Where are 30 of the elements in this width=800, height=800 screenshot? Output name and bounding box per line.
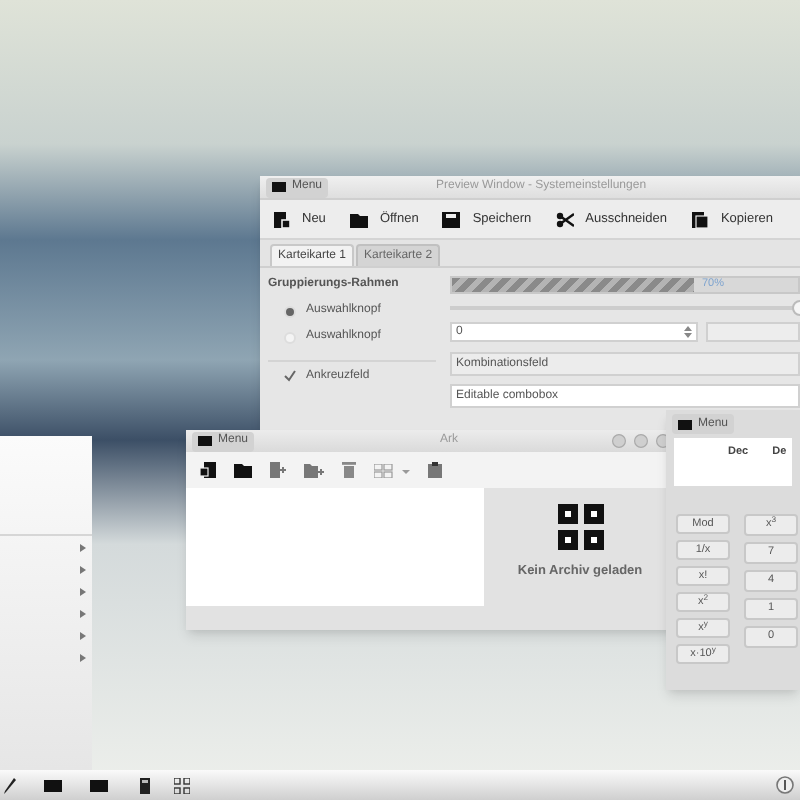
- submenu-arrow-icon[interactable]: [80, 654, 86, 662]
- clipboard-icon[interactable]: [428, 462, 442, 478]
- add-folder-icon[interactable]: [304, 463, 324, 477]
- pen-icon[interactable]: [4, 777, 16, 793]
- document-icon: [272, 211, 290, 227]
- calculator-icon[interactable]: [140, 777, 150, 793]
- spin-arrows-icon: [684, 326, 692, 338]
- archive-grid-icon: [557, 504, 603, 550]
- view-grid-icon[interactable]: [374, 463, 410, 477]
- submenu-arrow-icon[interactable]: [80, 566, 86, 574]
- folder-icon[interactable]: [234, 463, 252, 477]
- new-archive-icon[interactable]: [200, 462, 216, 478]
- documents-icon: [690, 211, 709, 227]
- checkmark-icon: [284, 370, 296, 382]
- scissors-icon: [555, 211, 574, 227]
- window-icon: [198, 436, 212, 446]
- trash-icon[interactable]: [342, 462, 356, 478]
- submenu-arrow-icon[interactable]: [80, 632, 86, 640]
- radio-button[interactable]: [284, 305, 296, 317]
- window-icon[interactable]: [90, 779, 108, 791]
- window-icon: [272, 182, 286, 192]
- add-file-icon[interactable]: [270, 462, 286, 478]
- checkbox[interactable]: [284, 370, 296, 382]
- submenu-arrow-icon[interactable]: [80, 544, 86, 552]
- window-icon: [678, 419, 692, 429]
- submenu-arrow-icon[interactable]: [80, 610, 86, 618]
- submenu-arrow-icon[interactable]: [80, 588, 86, 596]
- window-icon[interactable]: [44, 779, 62, 791]
- grid-icon[interactable]: [174, 777, 190, 793]
- folder-icon: [349, 211, 368, 227]
